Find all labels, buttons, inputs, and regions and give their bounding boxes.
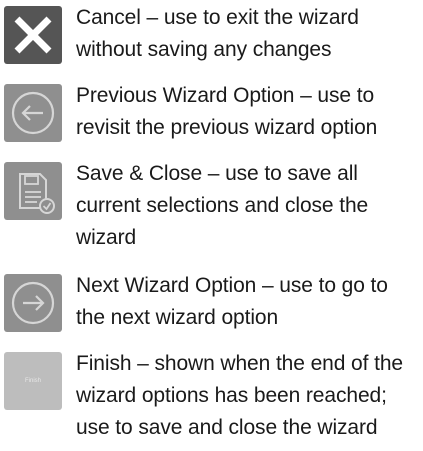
previous-description: Previous Wizard Option – use to revisit … (76, 84, 378, 139)
close-icon (4, 6, 62, 64)
cancel-description: Cancel – use to exit the wizard without … (76, 6, 359, 61)
save-close-description: Save & Close – use to save all current s… (76, 162, 369, 249)
save-close-icon (4, 162, 62, 220)
next-description: Next Wizard Option – use to go to the ne… (76, 274, 388, 329)
arrow-right-circle-icon (4, 274, 62, 332)
finish-button-icon: Finish (4, 352, 62, 410)
arrow-left-circle-icon (4, 84, 62, 142)
finish-icon-label: Finish (24, 378, 41, 384)
finish-description: Finish – shown when the end of the wizar… (76, 352, 403, 439)
